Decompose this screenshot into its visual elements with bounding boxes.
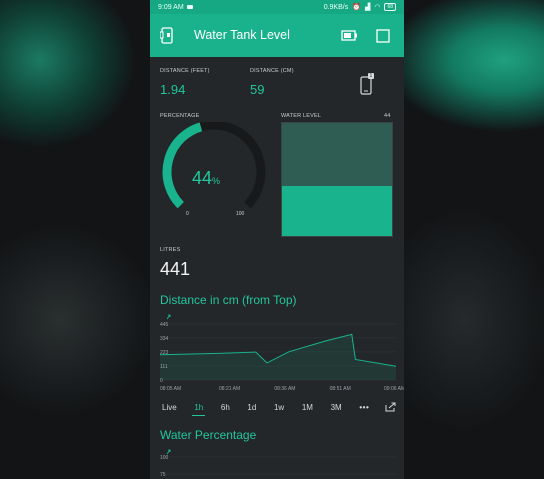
- tab-1w[interactable]: 1w: [272, 403, 286, 412]
- signal-icon: ▟: [364, 4, 371, 11]
- distance-feet-value: 1.94: [160, 82, 186, 97]
- export-icon[interactable]: [385, 402, 396, 412]
- tab-1d[interactable]: 1d: [245, 403, 258, 412]
- battery-icon: 68: [384, 3, 396, 11]
- tab-1h[interactable]: 1h: [192, 403, 206, 416]
- device-icon[interactable]: [160, 27, 174, 44]
- x-tick-label: 08:36 AM: [274, 386, 295, 392]
- water-percentage-chart-title: Water Percentage: [160, 428, 257, 442]
- gauge-min: 0: [186, 211, 189, 217]
- y-tick-label: 334: [160, 336, 169, 342]
- gauge-value: 44%: [192, 168, 220, 189]
- x-tick-label: 08:51 AM: [330, 386, 351, 392]
- y-tick-label: 75: [160, 472, 166, 478]
- stop-icon[interactable]: [376, 29, 390, 43]
- tab-1m[interactable]: 1M: [300, 403, 315, 412]
- percentage-label: PERCENTAGE: [160, 113, 200, 119]
- alarm-icon: ⏰: [352, 4, 361, 11]
- video-icon: [186, 5, 193, 9]
- network-speed: 0.9KB/s: [323, 3, 349, 11]
- notification-widget[interactable]: 1: [359, 73, 375, 97]
- water-level-bar: [281, 122, 393, 237]
- tab-live[interactable]: Live: [160, 403, 179, 412]
- more-icon[interactable]: •••: [357, 403, 371, 412]
- battery-widget-icon[interactable]: [341, 30, 357, 41]
- litres-value: 441: [160, 259, 191, 279]
- x-tick-label: 08:21 AM: [219, 386, 240, 392]
- water-level-fill: [282, 186, 392, 236]
- x-tick-label: 09:06 AM: [384, 386, 404, 392]
- phone-screen: 9:09 AM 0.9KB/s ⏰ ▟ ◠ 68 Water Tank Leve…: [150, 0, 404, 479]
- distance-chart[interactable]: 011122333444508:05 AM 08:21 AM 08:36 AM 08:…: [150, 308, 404, 396]
- gauge-unit: %: [212, 176, 221, 186]
- y-tick-label: 445: [160, 322, 169, 328]
- x-tick-label: 08:05 AM: [160, 386, 181, 392]
- gauge-fill-arc: [162, 122, 203, 209]
- y-tick-label: 100: [160, 455, 169, 461]
- notification-badge: 1: [368, 73, 374, 79]
- wifi-icon: ◠: [374, 4, 381, 11]
- series-marker: [166, 314, 171, 320]
- litres-label: LITRES: [160, 247, 181, 253]
- background-left: [0, 0, 150, 479]
- gauge-max: 100: [236, 211, 245, 217]
- background-right: [404, 0, 544, 479]
- tab-3m[interactable]: 3M: [329, 403, 344, 412]
- gauge-number: 44: [192, 168, 213, 188]
- app-bar: Water Tank Level: [150, 14, 404, 57]
- app-title: Water Tank Level: [194, 28, 290, 42]
- status-bar: 9:09 AM 0.9KB/s ⏰ ▟ ◠ 68: [150, 0, 404, 14]
- distance-feet-label: DISTANCE (FEET): [160, 68, 210, 74]
- water-level-label: WATER LEVEL: [281, 113, 322, 119]
- water-percentage-chart[interactable]: 75 100: [150, 444, 404, 479]
- distance-cm-value: 59: [250, 82, 265, 97]
- water-level-value: 44: [384, 113, 391, 119]
- distance-chart-title: Distance in cm (from Top): [160, 293, 297, 307]
- time-range-tabs: Live 1h 6h 1d 1w 1M 3M •••: [160, 400, 396, 416]
- status-time: 9:09 AM: [158, 3, 184, 11]
- series-marker: [166, 449, 171, 455]
- tab-6h[interactable]: 6h: [219, 403, 232, 412]
- distance-cm-label: DISTANCE (CM): [250, 68, 294, 74]
